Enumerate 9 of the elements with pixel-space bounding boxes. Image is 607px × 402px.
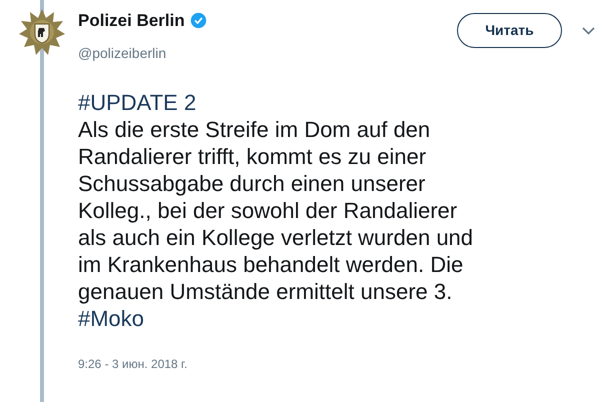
star-badge-icon bbox=[18, 8, 66, 56]
tweet-text: #UPDATE 2 Als die erste Streife im Dom auf den Randalierer trifft, kommt es zu einer Schussabgabe durch einen unserer Kolleg., bei der sowohl der Randalierer als auch ein Kollege verletzt wurden und im Krankenhaus behandelt werden. Die genauen Umstände ermittelt unsere 3. #Moko bbox=[78, 88, 474, 332]
author-handle[interactable]: @polizeiberlin bbox=[78, 42, 457, 64]
hashtag-link[interactable]: #Moko bbox=[78, 306, 144, 330]
tweet-timestamp[interactable]: 9:26 - 3 июн. 2018 г. bbox=[78, 354, 595, 372]
author-name[interactable]: Polizei Berlin bbox=[78, 8, 185, 34]
follow-button[interactable]: Читать bbox=[457, 13, 562, 48]
hashtag-link[interactable]: #UPDATE 2 bbox=[78, 90, 196, 114]
chevron-down-icon[interactable] bbox=[582, 27, 595, 35]
